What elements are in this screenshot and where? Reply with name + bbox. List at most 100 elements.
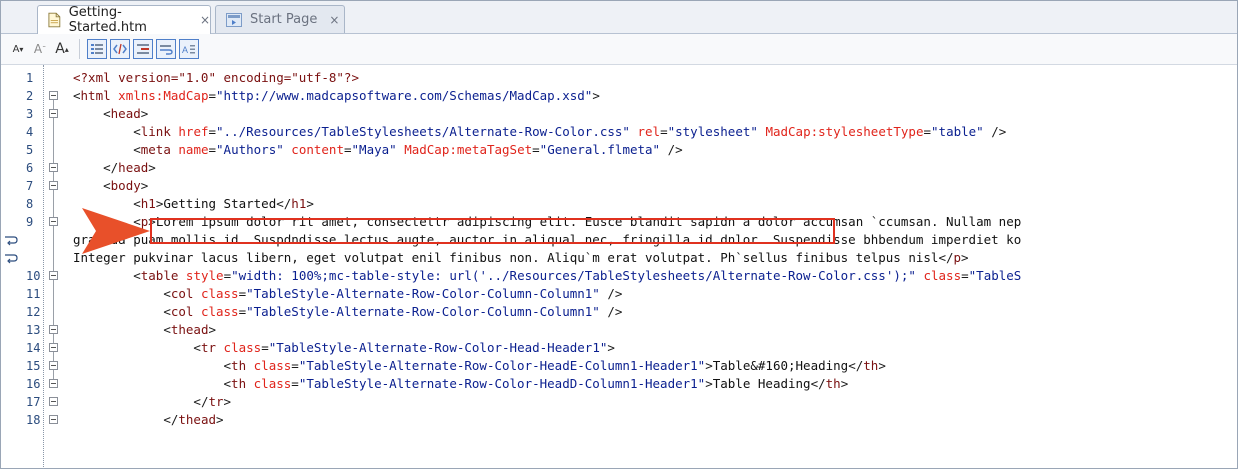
code-line[interactable]: 1 <?xml version="1.0" encoding="utf-8"?>: [1, 69, 1237, 87]
token-br: =: [291, 376, 299, 391]
close-tab-icon[interactable]: ×: [329, 13, 339, 27]
collapse-icon[interactable]: [49, 397, 58, 406]
code-text: <thead>: [73, 321, 216, 339]
tab-start-page[interactable]: Start Page ×: [215, 5, 345, 33]
token-br: />: [599, 304, 623, 319]
token-tag: col: [170, 304, 194, 319]
code-line[interactable]: 14 <tr class="TableStyle-Alternate-Row-C…: [1, 339, 1237, 357]
token-br: =: [660, 124, 668, 139]
token-br: />: [660, 142, 683, 157]
token-txt: Getting Started: [163, 196, 277, 211]
line-number: 14: [26, 341, 41, 355]
code-line[interactable]: 15 <th class="TableStyle-Alternate-Row-C…: [1, 357, 1237, 375]
collapse-icon[interactable]: [49, 325, 58, 334]
line-number: 7: [26, 179, 34, 193]
decrease-font-button[interactable]: A ▾: [9, 38, 27, 60]
text-view-button[interactable]: A: [179, 39, 199, 59]
token-txt: Integer pukvinar lacus libern, eget volu…: [73, 250, 939, 265]
token-attr: class: [253, 376, 292, 391]
token-br: =: [291, 358, 299, 373]
token-br: <: [163, 304, 171, 319]
line-numbers-icon: [91, 44, 103, 54]
token-br: =: [532, 142, 540, 157]
code-line[interactable]: 6 </head>: [1, 159, 1237, 177]
token-tag: table: [140, 268, 179, 283]
editor-toolbar: A ▾ A ˜ A ▴ A: [1, 34, 1237, 65]
line-number: 5: [26, 143, 34, 157]
code-line[interactable]: 5 <meta name="Authors" content="Maya" Ma…: [1, 141, 1237, 159]
code-line[interactable]: 16 <th class="TableStyle-Alternate-Row-C…: [1, 375, 1237, 393]
token-br: >: [840, 376, 849, 391]
token-br: <: [163, 286, 171, 301]
token-br: <: [133, 124, 141, 139]
code-line[interactable]: 7 <body>: [1, 177, 1237, 195]
token-attr: class: [253, 358, 292, 373]
token-br: >: [148, 160, 156, 175]
collapse-icon[interactable]: [49, 109, 58, 118]
token-tag: p: [953, 250, 962, 265]
indent-button[interactable]: [133, 39, 153, 59]
code-line[interactable]: 3 <head>: [1, 105, 1237, 123]
line-number: 1: [26, 71, 34, 85]
code-text: <table style="width: 100%;mc-table-style…: [73, 267, 1021, 285]
code-line[interactable]: 17 </tr>: [1, 393, 1237, 411]
code-line[interactable]: 4 <link href="../Resources/TableStyleshe…: [1, 123, 1237, 141]
reset-font-button[interactable]: A ˜: [31, 38, 49, 60]
token-val: "Maya": [351, 142, 397, 157]
token-br: />: [599, 286, 623, 301]
code-text: <col class="TableStyle-Alternate-Row-Col…: [73, 285, 622, 303]
token-attr: class: [923, 268, 962, 283]
word-wrap-marker-icon: [5, 254, 18, 264]
line-number: 10: [26, 269, 41, 283]
token-val: "../Resources/TableStylesheets/Alternate…: [216, 124, 630, 139]
close-tab-icon[interactable]: ×: [200, 13, 210, 27]
collapse-icon[interactable]: [49, 217, 58, 226]
pointer-arrow-icon: [82, 208, 150, 254]
token-br: </: [163, 412, 179, 427]
collapse-icon[interactable]: [49, 271, 58, 280]
code-line[interactable]: 8 <h1>Getting Started</h1>: [1, 195, 1237, 213]
collapse-icon[interactable]: [49, 379, 58, 388]
collapse-icon[interactable]: [49, 361, 58, 370]
token-br: =: [208, 88, 217, 103]
tag-view-button[interactable]: [110, 39, 130, 59]
document-tab-bar: Getting-Started.htm × Start Page ×: [1, 1, 1237, 35]
token-br: =: [208, 124, 217, 139]
tab-getting-started[interactable]: Getting-Started.htm ×: [37, 5, 211, 35]
code-line[interactable]: 12 <col class="TableStyle-Alternate-Row-…: [1, 303, 1237, 321]
collapse-icon[interactable]: [49, 91, 58, 100]
code-line[interactable]: 18 </thead>: [1, 411, 1237, 429]
line-numbers-button[interactable]: [87, 39, 107, 59]
increase-font-button[interactable]: A ▴: [53, 38, 71, 60]
token-br: </: [938, 250, 954, 265]
token-val: "General.flmeta": [539, 142, 661, 157]
token-br: =: [923, 124, 932, 139]
collapse-icon[interactable]: [49, 163, 58, 172]
code-text: <?xml version="1.0" encoding="utf-8"?>: [73, 69, 359, 87]
highlight-box: [150, 218, 835, 244]
collapse-icon[interactable]: [49, 343, 58, 352]
collapse-icon[interactable]: [49, 415, 58, 424]
code-line[interactable]: 11 <col class="TableStyle-Alternate-Row-…: [1, 285, 1237, 303]
code-line[interactable]: Integer pukvinar lacus libern, eget volu…: [1, 249, 1237, 267]
token-br: >: [705, 358, 713, 373]
token-br: >: [306, 196, 314, 211]
word-wrap-button[interactable]: [156, 39, 176, 59]
line-number: 2: [26, 89, 34, 103]
code-line[interactable]: 10 <table style="width: 100%;mc-table-st…: [1, 267, 1237, 285]
token-tag: h1: [291, 196, 307, 211]
code-line[interactable]: 13 <thead>: [1, 321, 1237, 339]
collapse-icon[interactable]: [49, 181, 58, 190]
token-attr: content: [291, 142, 344, 157]
code-editor[interactable]: 1 <?xml version="1.0" encoding="utf-8"?> 2…: [1, 65, 1237, 468]
svg-text:A: A: [182, 45, 188, 55]
code-text: Integer pukvinar lacus libern, eget volu…: [73, 249, 969, 267]
text-view-icon: A: [182, 45, 195, 55]
token-attr: style: [185, 268, 224, 283]
code-line[interactable]: 2 <html xmlns:MadCap="http://www.madcapso…: [1, 87, 1237, 105]
